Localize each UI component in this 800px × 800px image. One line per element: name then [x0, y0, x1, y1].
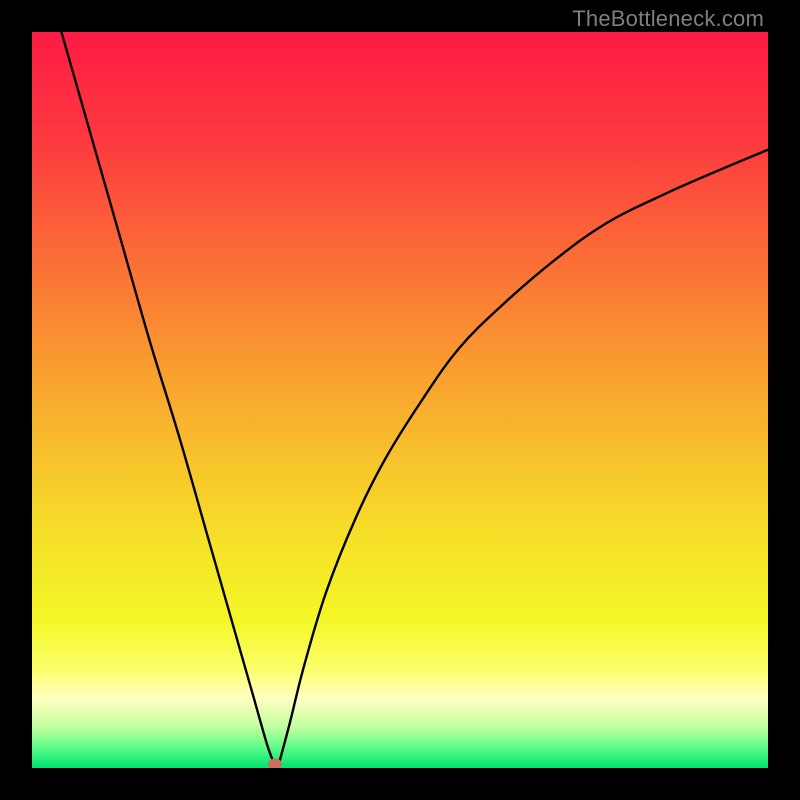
background-gradient: [32, 32, 768, 768]
chart-stage: TheBottleneck.com: [0, 0, 800, 800]
plot-area: [32, 32, 768, 768]
watermark-label: TheBottleneck.com: [572, 6, 764, 32]
